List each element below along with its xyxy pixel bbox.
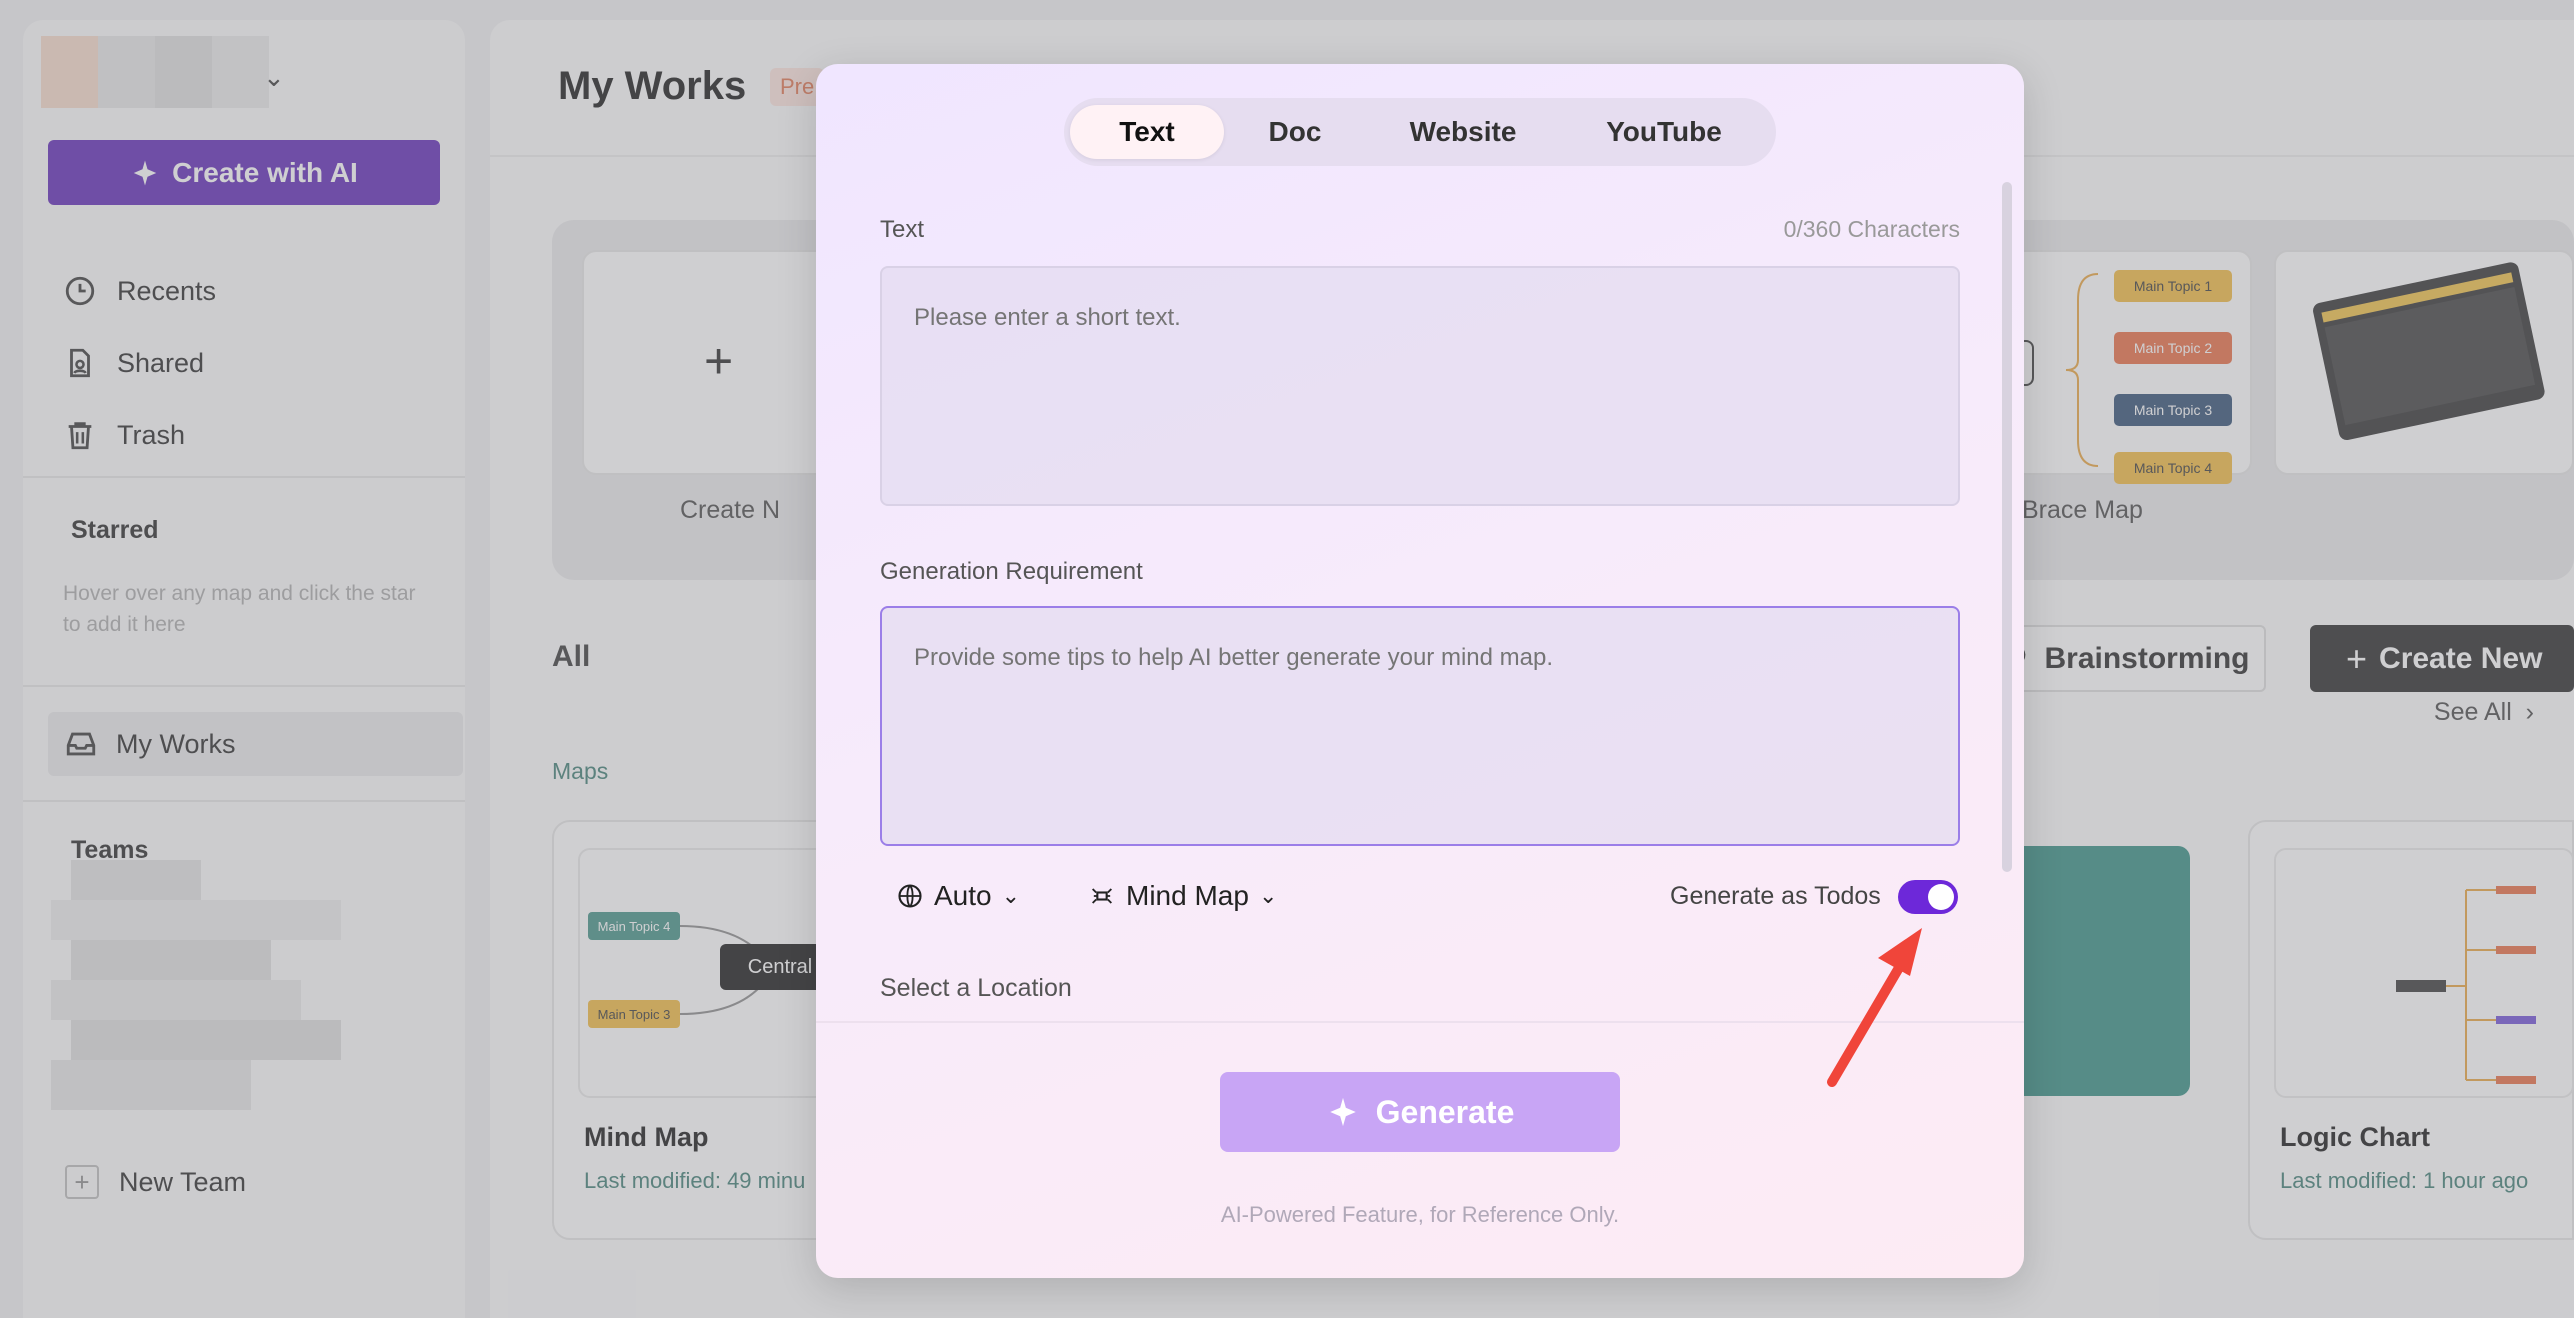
- annotation-arrow-icon: [1827, 928, 1922, 1087]
